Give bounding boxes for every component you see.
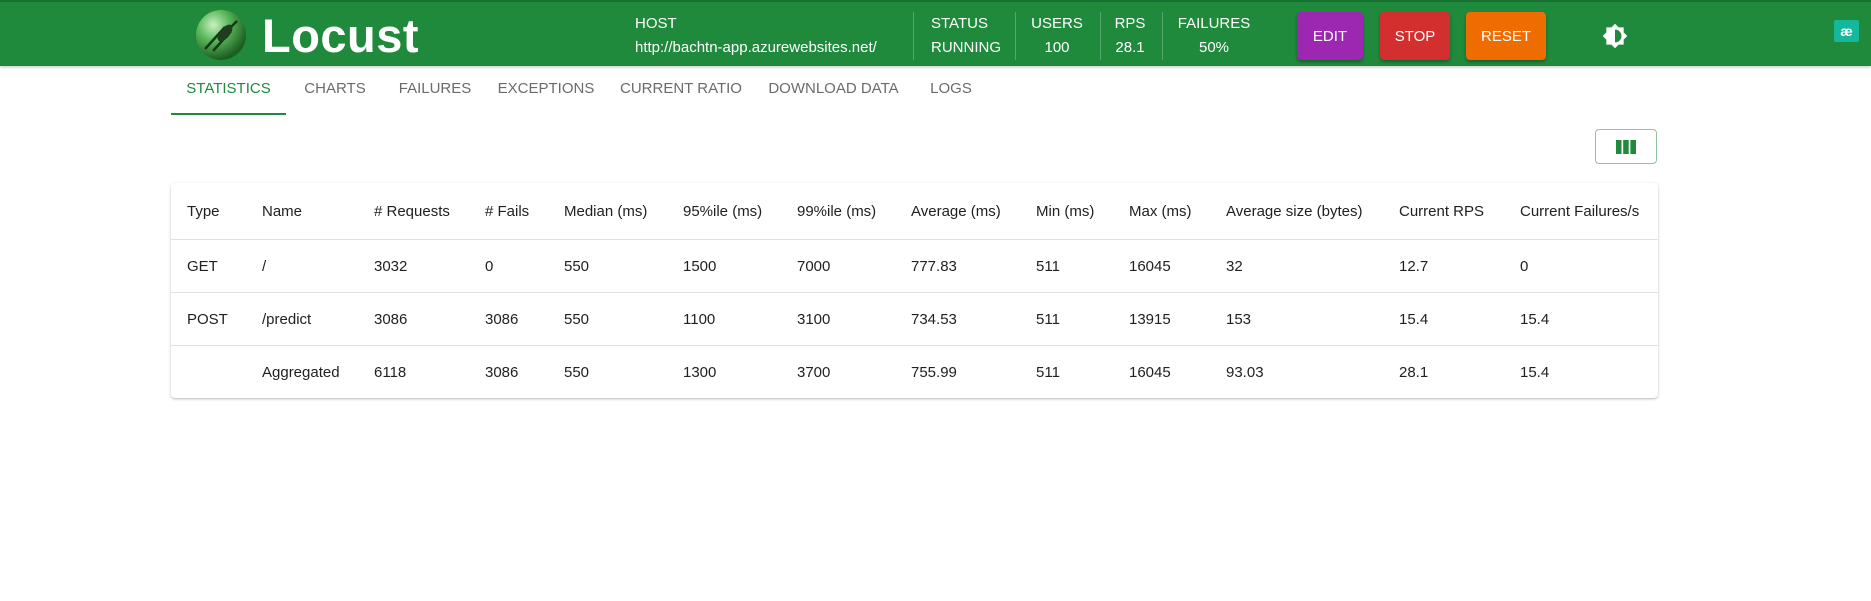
table-cell: 15.4 <box>1399 310 1429 328</box>
table-cell: GET <box>187 257 218 275</box>
users-stat: USERS 100 <box>1028 14 1086 58</box>
rps-stat: RPS 28.1 <box>1112 14 1148 58</box>
table-row: GET / 3032 0 550 1500 7000 777.83 511 16… <box>171 240 1658 293</box>
divider <box>1162 12 1163 60</box>
table-cell: /predict <box>262 310 312 328</box>
column-header[interactable]: Current RPS <box>1399 183 1520 240</box>
table-cell: 93.03 <box>1226 363 1264 381</box>
column-header[interactable]: Current Failures/s <box>1520 183 1658 240</box>
table-header-row: Type Name # Requests # Fails Median (ms)… <box>171 183 1658 240</box>
table-cell: 550 <box>564 363 590 381</box>
table-cell: 511 <box>1036 257 1060 275</box>
table-cell: POST <box>187 310 228 328</box>
view-column-icon <box>1616 139 1636 154</box>
table-cell: 511 <box>1036 363 1060 381</box>
table-cell: 0 <box>1520 257 1529 275</box>
failures-label: FAILURES <box>1177 15 1251 32</box>
table-cell: 7000 <box>797 257 831 275</box>
host-value: http://bachtn-app.azurewebsites.net/ <box>635 39 877 56</box>
table-cell: 1100 <box>683 310 716 328</box>
column-header[interactable]: Max (ms) <box>1129 183 1226 240</box>
tab-current-ratio[interactable]: CURRENT RATIO <box>606 66 756 113</box>
table-cell: 3086 <box>485 363 519 381</box>
rps-value: 28.1 <box>1115 39 1145 56</box>
column-header[interactable]: Name <box>262 183 374 240</box>
table-cell: 550 <box>564 257 590 275</box>
table-cell: 6118 <box>374 363 407 381</box>
table-cell: 153 <box>1226 310 1252 328</box>
users-label: USERS <box>1031 15 1083 32</box>
table-row-aggregated: Aggregated 6118 3086 550 1300 3700 755.9… <box>171 346 1658 399</box>
tab-statistics[interactable]: STATISTICS <box>171 66 286 115</box>
users-value: 100 <box>1044 39 1070 56</box>
tab-logs[interactable]: LOGS <box>911 66 991 113</box>
rps-label: RPS <box>1114 15 1146 32</box>
table-cell: 15.4 <box>1520 363 1550 381</box>
statistics-table-card: Type Name # Requests # Fails Median (ms)… <box>171 183 1658 398</box>
table-row: POST /predict 3086 3086 550 1100 3100 73… <box>171 293 1658 346</box>
table-cell: 0 <box>485 257 494 275</box>
reset-button[interactable]: RESET <box>1466 12 1546 60</box>
column-header[interactable]: Type <box>171 183 262 240</box>
tab-exceptions[interactable]: EXCEPTIONS <box>486 66 606 113</box>
status-stat: STATUS RUNNING <box>931 14 1001 58</box>
column-header[interactable]: Min (ms) <box>1036 183 1129 240</box>
table-cell: 1500 <box>683 257 717 275</box>
locust-logo-icon <box>196 10 246 60</box>
failures-value: 50% <box>1198 39 1230 56</box>
statistics-table: Type Name # Requests # Fails Median (ms)… <box>171 183 1658 398</box>
column-header[interactable]: Average size (bytes) <box>1226 183 1399 240</box>
tab-charts[interactable]: CHARTS <box>286 66 384 113</box>
column-header[interactable]: # Requests <box>374 183 485 240</box>
table-cell: 550 <box>564 310 590 328</box>
table-cell: 511 <box>1036 310 1060 328</box>
divider <box>1015 12 1016 60</box>
table-cell: 15.4 <box>1520 310 1550 328</box>
table-cell: 13915 <box>1129 310 1171 328</box>
table-cell: 1300 <box>683 363 717 381</box>
brightness-toggle-icon[interactable] <box>1602 23 1628 49</box>
host-label: HOST <box>635 15 677 32</box>
extension-badge-icon[interactable]: æ <box>1834 20 1859 42</box>
divider <box>913 12 914 60</box>
column-header[interactable]: Median (ms) <box>564 183 683 240</box>
status-label: STATUS <box>931 15 988 32</box>
divider <box>1100 12 1101 60</box>
tab-download-data[interactable]: DOWNLOAD DATA <box>756 66 911 113</box>
failures-stat: FAILURES 50% <box>1176 14 1252 58</box>
table-cell: 16045 <box>1129 363 1171 381</box>
status-value: RUNNING <box>931 39 1001 56</box>
table-cell: 777.83 <box>911 257 957 275</box>
column-header[interactable]: # Fails <box>485 183 564 240</box>
edit-button[interactable]: EDIT <box>1297 12 1363 60</box>
table-cell: 3086 <box>485 310 519 328</box>
app-bar: Locust HOST http://bachtn-app.azurewebsi… <box>0 0 1871 66</box>
column-header[interactable]: Average (ms) <box>911 183 1036 240</box>
table-cell: 12.7 <box>1399 257 1429 275</box>
tab-failures[interactable]: FAILURES <box>384 66 486 113</box>
column-header[interactable]: 99%ile (ms) <box>797 183 911 240</box>
host-stat: HOST http://bachtn-app.azurewebsites.net… <box>635 14 877 58</box>
table-cell: 755.99 <box>911 363 957 381</box>
table-cell: 3100 <box>797 310 831 328</box>
table-cell: 3700 <box>797 363 831 381</box>
column-selector-button[interactable] <box>1595 129 1657 164</box>
brand-title: Locust <box>262 9 420 62</box>
column-header[interactable]: 95%ile (ms) <box>683 183 797 240</box>
table-cell: Aggregated <box>262 363 340 381</box>
table-cell: 16045 <box>1129 257 1171 275</box>
table-cell: / <box>262 257 267 275</box>
stop-button[interactable]: STOP <box>1380 12 1450 60</box>
table-cell: 3032 <box>374 257 408 275</box>
table-cell: 28.1 <box>1399 363 1429 381</box>
table-cell: 3086 <box>374 310 408 328</box>
table-cell: 734.53 <box>911 310 957 328</box>
table-cell: 32 <box>1226 257 1243 275</box>
table-cell <box>171 346 262 399</box>
